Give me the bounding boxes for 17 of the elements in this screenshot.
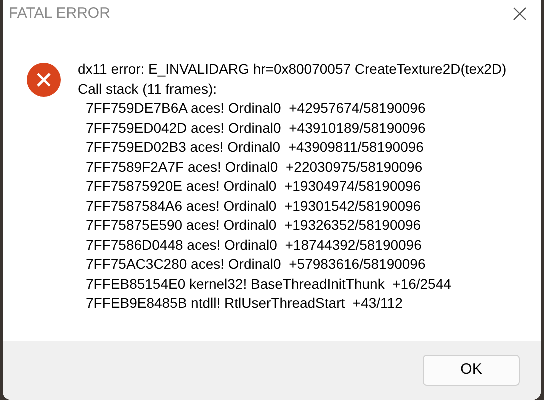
ok-button[interactable]: OK (423, 355, 520, 386)
stack-heading: Call stack (11 frames): (78, 80, 218, 99)
stack-frame: 7FF759ED042D aces! Ordinal0 +43910189/58190096 (78, 118, 507, 138)
stack-frame: 7FF75AC3C280 aces! Ordinal0 +57983616/58190096 (78, 255, 507, 274)
stack-frame: 7FF75875E590 aces! Ordinal0 +19326352/58190096 (78, 216, 507, 236)
stack-frame: 7FF759DE7B6A aces! Ordinal0 +42957674/58190096 (78, 99, 507, 118)
stack-frame: 7FF759ED02B3 aces! Ordinal0 +43909811/58190096 (78, 138, 507, 158)
error-message: dx11 error: E_INVALIDARG hr=0x80070057 CreateTexture2D(tex2D) (78, 60, 507, 79)
stack-frame: 7FFEB85154E0 kernel32! BaseThreadInitThunk +16/2544 (78, 274, 507, 294)
error-icon (27, 63, 61, 97)
close-icon[interactable] (513, 7, 527, 21)
window-title: FATAL ERROR (9, 4, 110, 24)
stack-frame: 7FF7587584A6 aces! Ordinal0 +19301542/58190096 (78, 196, 507, 216)
stack-frame: 7FFEB9E8485B ntdll! RtlUserThreadStart +43/112 (78, 294, 507, 314)
stack-frame: 7FF7586D0448 aces! Ordinal0 +18744392/58190096 (78, 236, 507, 255)
stack-frame: 7FF7589F2A7F aces! Ordinal0 +22030975/58190096 (78, 158, 507, 177)
stack-frame: 7FF75875920E aces! Ordinal0 +19304974/58190096 (78, 177, 507, 196)
